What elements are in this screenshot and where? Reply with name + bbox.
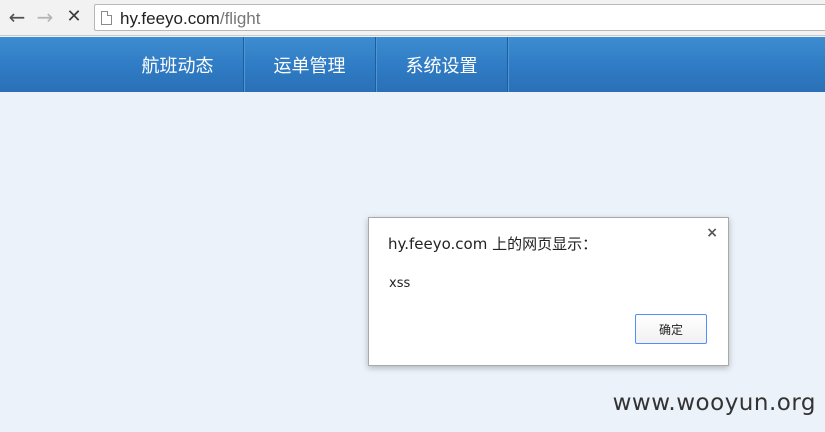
nav-item-waybill-management[interactable]: 运单管理 [244,37,376,92]
forward-arrow-icon[interactable]: → [34,6,56,28]
page-icon [101,11,112,25]
dialog-message: xss [389,276,411,291]
url-host: hy.feeyo.com [120,9,220,28]
back-arrow-icon[interactable]: ← [6,6,28,28]
stop-loading-icon[interactable]: ✕ [63,6,85,28]
close-icon[interactable]: × [706,225,718,241]
nav-item-system-settings[interactable]: 系统设置 [376,37,508,92]
site-nav-bar: 航班动态 运单管理 系统设置 [0,37,825,92]
browser-toolbar: ← → ✕ hy.feeyo.com/flight [0,0,825,36]
watermark-text: www.wooyun.org [612,390,816,416]
url-text[interactable]: hy.feeyo.com/flight [120,9,260,29]
url-path: /flight [219,9,261,28]
site-menu: 航班动态 运单管理 系统设置 [112,37,508,92]
dialog-title: hy.feeyo.com 上的网页显示： [388,235,598,253]
ok-button[interactable]: 确定 [635,314,707,344]
nav-item-flight-status[interactable]: 航班动态 [112,37,244,92]
address-bar[interactable]: hy.feeyo.com/flight [94,4,825,31]
alert-dialog: hy.feeyo.com 上的网页显示： × xss 确定 [368,217,729,366]
